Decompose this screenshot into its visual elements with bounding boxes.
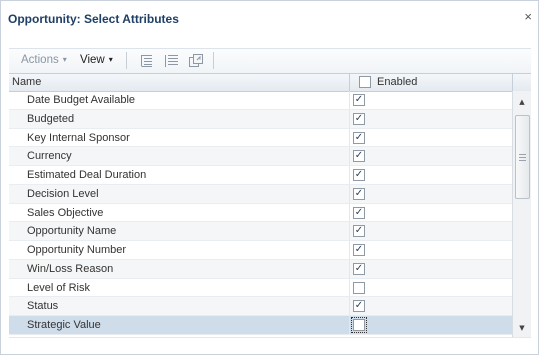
chevron-down-icon: ▾ [108,55,113,64]
vertical-scrollbar[interactable]: ▲ ▼ [512,91,531,337]
column-divider [349,259,350,278]
enabled-checkbox[interactable]: ✓ [353,187,365,200]
attribute-name: Estimated Deal Duration [27,169,147,181]
column-header-name[interactable]: Name [12,76,41,88]
enabled-checkbox[interactable]: ✓ [353,94,365,106]
scroll-down-arrow-icon[interactable]: ▼ [513,321,531,335]
column-divider [349,278,350,297]
dialog-title-bar: Opportunity: Select Attributes × [1,1,538,35]
actions-menu-label: Actions [21,54,59,66]
attribute-name: Key Internal Sponsor [27,131,130,144]
select-all-checkbox[interactable] [359,76,371,88]
table-row[interactable]: Status ✓ [9,297,512,316]
column-divider [349,109,350,128]
column-divider [349,241,350,259]
dialog-title: Opportunity: Select Attributes [8,12,179,26]
column-header-enabled[interactable]: Enabled [377,76,417,88]
table-row[interactable]: Opportunity Number ✓ [9,241,512,260]
collapse-all-icon[interactable] [164,54,180,68]
table-row[interactable]: Currency ✓ [9,147,512,166]
footer-divider [9,337,531,338]
attribute-name: Sales Objective [27,206,104,219]
enabled-checkbox[interactable]: ✓ [353,225,365,238]
attribute-name: Decision Level [27,187,99,200]
column-divider [349,128,350,147]
attribute-name: Budgeted [27,112,75,125]
grip-icon [519,154,526,161]
attribute-name: Currency [27,150,72,163]
enabled-checkbox[interactable]: ✓ [353,169,365,181]
table-row[interactable]: Budgeted ✓ [9,109,512,129]
table-row[interactable]: Date Budget Available ✓ [9,91,512,110]
scrollbar-thumb[interactable] [515,115,530,199]
column-divider [349,222,350,240]
column-divider [349,316,350,334]
expand-all-icon[interactable] [140,54,156,68]
table-row[interactable]: Key Internal Sponsor ✓ [9,128,512,148]
table-row[interactable]: Strategic Value [9,316,512,335]
attribute-name: Opportunity Number [27,244,127,256]
attribute-name: Opportunity Name [27,225,117,238]
enabled-checkbox[interactable]: ✓ [353,244,365,256]
view-menu[interactable]: View ▾ [80,54,113,66]
attribute-name: Strategic Value [27,319,101,331]
table-body: Date Budget Available ✓ Budgeted ✓ Key Inter… [9,91,512,337]
column-divider [349,203,350,222]
toolbar-separator [213,52,214,69]
column-divider [349,166,350,184]
column-divider [349,74,350,91]
table-row[interactable]: Estimated Deal Duration ✓ [9,166,512,185]
table-header: Name Enabled [9,73,531,92]
attribute-name: Status [27,300,59,313]
detach-icon[interactable] [188,54,204,68]
scroll-up-arrow-icon[interactable]: ▲ [513,95,531,109]
dialog-content: Actions ▾ View ▾ Name Enabled Date Budge… [9,48,531,342]
actions-menu[interactable]: Actions ▾ [21,54,67,66]
column-divider [512,74,513,91]
enabled-checkbox[interactable]: ✓ [353,206,365,219]
enabled-checkbox[interactable] [351,317,367,333]
table-row[interactable]: Win/Loss Reason ✓ [9,259,512,279]
table-row[interactable]: Decision Level ✓ [9,184,512,204]
attribute-name: Level of Risk [27,281,90,294]
enabled-checkbox[interactable]: ✓ [353,112,365,125]
enabled-checkbox[interactable]: ✓ [353,300,365,313]
enabled-checkbox[interactable]: ✓ [353,150,365,163]
enabled-checkbox[interactable]: ✓ [353,131,365,144]
attribute-name: Date Budget Available [27,94,136,106]
select-attributes-dialog: Opportunity: Select Attributes × Actions… [0,0,539,355]
table-toolbar: Actions ▾ View ▾ [9,48,531,73]
column-divider [349,184,350,203]
view-menu-label: View [80,54,105,66]
enabled-checkbox[interactable] [353,281,365,294]
column-divider [349,147,350,165]
column-divider [349,91,350,109]
column-divider [349,297,350,315]
table-row[interactable]: Level of Risk [9,278,512,298]
enabled-checkbox[interactable]: ✓ [353,262,365,275]
attribute-name: Win/Loss Reason [27,262,114,275]
toolbar-separator [126,52,127,69]
close-icon[interactable]: × [524,10,532,23]
chevron-down-icon: ▾ [62,55,67,64]
table-row[interactable]: Sales Objective ✓ [9,203,512,223]
table-row[interactable]: Opportunity Name ✓ [9,222,512,241]
